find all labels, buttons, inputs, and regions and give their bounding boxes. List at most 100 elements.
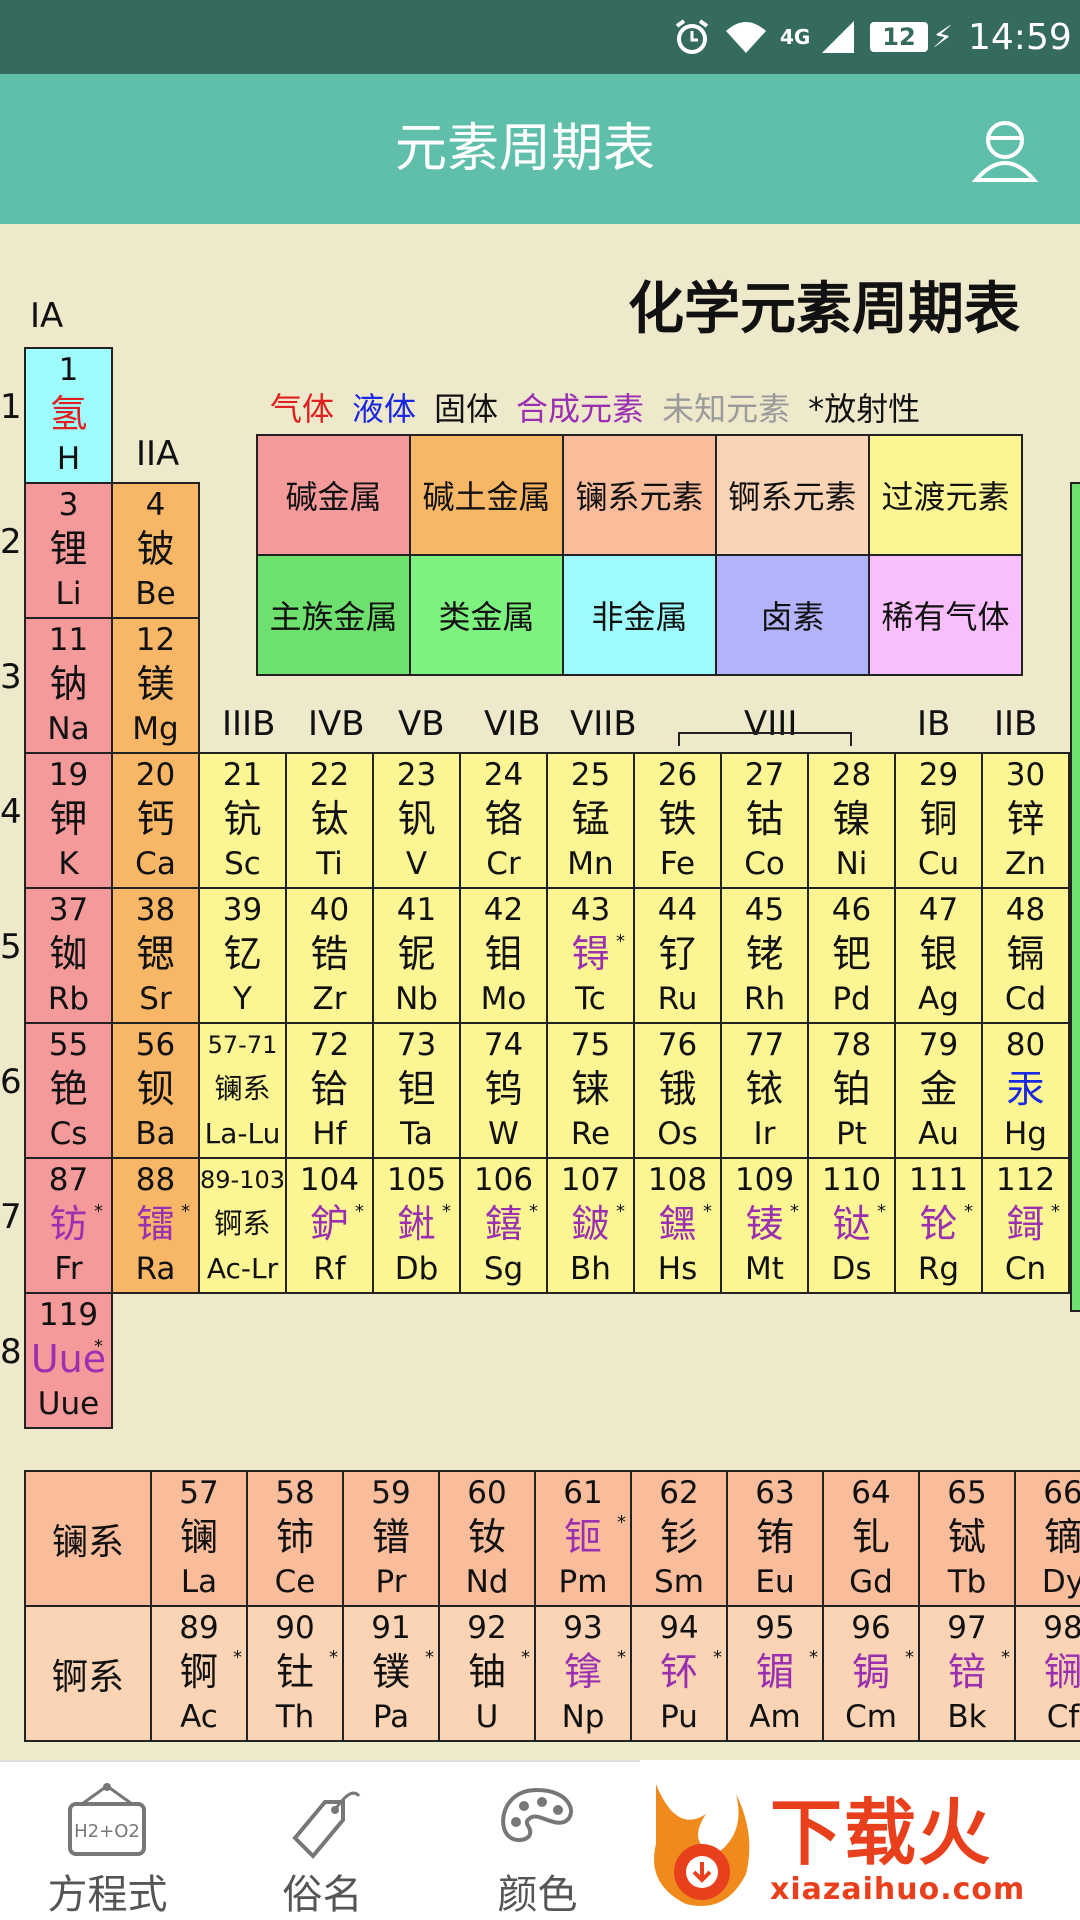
element-cell[interactable]: 56 钡 Ba [111, 1022, 200, 1159]
element-cell[interactable]: 111 𬬭 Rg * [894, 1157, 983, 1294]
element-name: 钍 [275, 1650, 314, 1694]
element-number: 110 [821, 1162, 882, 1198]
user-profile-icon[interactable] [970, 116, 1040, 186]
series-element-cell[interactable]: 96 锔 Cm * [822, 1605, 920, 1742]
series-element-cell[interactable]: 62 钐 Sm [630, 1470, 728, 1607]
series-element-cell[interactable]: 90 钍 Th * [246, 1605, 344, 1742]
series-element-cell[interactable]: 92 铀 U * [438, 1605, 536, 1742]
element-cell[interactable]: 105 𨧀 Db * [372, 1157, 461, 1294]
element-name: 铽 [947, 1515, 986, 1559]
nav-color[interactable]: 颜色 [430, 1762, 645, 1920]
series-element-cell[interactable]: 64 钆 Gd [822, 1470, 920, 1607]
series-element-cell[interactable]: 63 铕 Eu [726, 1470, 824, 1607]
element-cell[interactable]: 74 钨 W [459, 1022, 548, 1159]
element-cell[interactable]: 37 铷 Rb [24, 887, 113, 1024]
element-cell[interactable]: 44 钌 Ru [633, 887, 722, 1024]
element-cell[interactable]: 47 银 Ag [894, 887, 983, 1024]
element-cell[interactable]: 3 锂 Li [24, 482, 113, 619]
element-symbol: H [56, 441, 81, 477]
element-cell[interactable]: 4 铍 Be [111, 482, 200, 619]
element-name: 铀 [467, 1650, 506, 1694]
battery-level: 12 [870, 22, 928, 52]
element-cell[interactable]: 29 铜 Cu [894, 752, 983, 889]
element-cell[interactable]: 20 钙 Ca [111, 752, 200, 889]
element-symbol: Hf [312, 1116, 347, 1152]
series-element-cell[interactable]: 61 钷 Pm * [534, 1470, 632, 1607]
element-cell[interactable]: 48 镉 Cd [981, 887, 1070, 1024]
element-symbol: Pd [832, 981, 871, 1017]
element-cell[interactable]: 19 钾 K [24, 752, 113, 889]
category-noble: 稀有气体 [868, 554, 1023, 676]
series-element-cell[interactable]: 94 钚 Pu * [630, 1605, 728, 1742]
element-symbol: Li [55, 576, 82, 612]
series-element-cell[interactable]: 60 钕 Nd [438, 1470, 536, 1607]
element-cell[interactable]: 77 铱 Ir [720, 1022, 809, 1159]
element-cell[interactable]: 119 Uue Uue * [24, 1292, 113, 1429]
period-label: 2 [0, 522, 22, 562]
element-cell[interactable]: 30 锌 Zn [981, 752, 1070, 889]
element-cell[interactable]: 57-71 镧系 La-Lu [198, 1022, 287, 1159]
element-cell[interactable]: 22 钛 Ti [285, 752, 374, 889]
state-legend-item: *放射性 [808, 390, 921, 428]
series-element-cell[interactable]: 66 镝 Dy [1014, 1470, 1080, 1607]
element-cell[interactable]: 12 镁 Mg [111, 617, 200, 754]
element-cell[interactable]: 39 钇 Y [198, 887, 287, 1024]
element-number: 90 [275, 1610, 315, 1646]
element-cell[interactable]: 110 𫟼 Ds * [807, 1157, 896, 1294]
element-cell[interactable]: 25 锰 Mn [546, 752, 635, 889]
element-cell[interactable]: 55 铯 Cs [24, 1022, 113, 1159]
element-name: 钾 [49, 797, 88, 841]
element-cell[interactable]: 28 镍 Ni [807, 752, 896, 889]
element-cell[interactable]: 87 钫 Fr * [24, 1157, 113, 1294]
element-cell[interactable]: 23 钒 V [372, 752, 461, 889]
series-element-cell[interactable]: 93 镎 Np * [534, 1605, 632, 1742]
element-cell[interactable]: 104 鈩 Rf * [285, 1157, 374, 1294]
element-cell[interactable]: 89-103 锕系 Ac-Lr [198, 1157, 287, 1294]
element-cell[interactable]: 42 钼 Mo [459, 887, 548, 1024]
nav-common-name[interactable]: 俗名 [215, 1762, 430, 1920]
element-cell[interactable]: 75 铼 Re [546, 1022, 635, 1159]
element-cell[interactable]: 107 𨨏 Bh * [546, 1157, 635, 1294]
series-element-cell[interactable]: 58 铈 Ce [246, 1470, 344, 1607]
series-element-cell[interactable]: 89 锕 Ac * [150, 1605, 248, 1742]
element-name: 钕 [467, 1515, 506, 1559]
element-cell[interactable]: 88 镭 Ra * [111, 1157, 200, 1294]
element-name: 钼 [484, 932, 523, 976]
element-cell[interactable]: 72 铪 Hf [285, 1022, 374, 1159]
element-cell[interactable]: 26 铁 Fe [633, 752, 722, 889]
element-cell[interactable]: 24 铬 Cr [459, 752, 548, 889]
element-number: 58 [275, 1475, 315, 1511]
element-cell[interactable]: 21 钪 Sc [198, 752, 287, 889]
element-cell[interactable]: 112 鎶 Cn * [981, 1157, 1070, 1294]
element-cell[interactable]: 80 汞 Hg [981, 1022, 1070, 1159]
element-cell[interactable]: 41 铌 Nb [372, 887, 461, 1024]
element-cell[interactable]: 108 𨭆 Hs * [633, 1157, 722, 1294]
element-cell[interactable]: 43 锝 Tc * [546, 887, 635, 1024]
series-element-cell[interactable]: 59 镨 Pr [342, 1470, 440, 1607]
element-cell[interactable]: 45 铑 Rh [720, 887, 809, 1024]
series-element-cell[interactable]: 95 镅 Am * [726, 1605, 824, 1742]
series-element-cell[interactable]: 91 镤 Pa * [342, 1605, 440, 1742]
period-label: 1 [0, 387, 22, 427]
series-element-cell[interactable]: 97 锫 Bk * [918, 1605, 1016, 1742]
series-element-cell[interactable]: 57 镧 La [150, 1470, 248, 1607]
element-cell[interactable]: 40 锆 Zr [285, 887, 374, 1024]
element-cell[interactable]: 106 𨭎 Sg * [459, 1157, 548, 1294]
element-cell[interactable]: 11 钠 Na [24, 617, 113, 754]
element-name: 镎 [563, 1650, 602, 1694]
element-cell[interactable]: 1 氢H [24, 347, 113, 484]
series-element-cell[interactable]: 65 铽 Tb [918, 1470, 1016, 1607]
element-cell[interactable]: 46 钯 Pd [807, 887, 896, 1024]
element-number: 93 [563, 1610, 603, 1646]
element-cell[interactable]: 73 钽 Ta [372, 1022, 461, 1159]
element-cell[interactable]: 27 钴 Co [720, 752, 809, 889]
periodic-table-canvas[interactable]: 化学元素周期表 气体 液体 固体 合成元素 未知元素 *放射性 碱金属 碱土金属 镧系元素 锕系… [0, 224, 1080, 1760]
element-number: 19 [48, 757, 89, 793]
nav-equation[interactable]: H2+O2 方程式 [0, 1762, 215, 1920]
element-cell[interactable]: 79 金 Au [894, 1022, 983, 1159]
element-cell[interactable]: 78 铂 Pt [807, 1022, 896, 1159]
element-cell[interactable]: 109 鿏 Mt * [720, 1157, 809, 1294]
element-cell[interactable]: 38 锶 Sr [111, 887, 200, 1024]
series-element-cell[interactable]: 98锎Cf* [1014, 1605, 1080, 1742]
element-cell[interactable]: 76 锇 Os [633, 1022, 722, 1159]
